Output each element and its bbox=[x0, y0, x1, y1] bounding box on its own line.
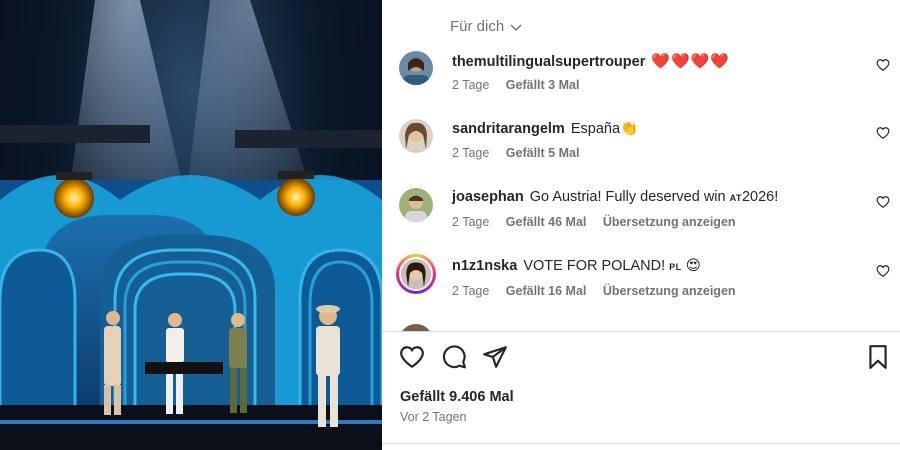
comment-likes[interactable]: Gefällt 46 Mal bbox=[506, 215, 587, 229]
bookmark-icon[interactable] bbox=[865, 344, 891, 370]
heart-eyes-emoji: 😍 bbox=[685, 258, 701, 274]
comment-item: themultilingualsupertrouper ❤️❤️❤️❤️ 2 T… bbox=[382, 51, 900, 119]
chevron-down-icon bbox=[510, 24, 522, 31]
heart-icon[interactable] bbox=[876, 126, 890, 140]
comment-likes[interactable]: Gefällt 5 Mal bbox=[506, 146, 580, 160]
comment-body: Go Austria! Fully deserved win bbox=[529, 189, 730, 205]
flag-austria: AT bbox=[729, 193, 742, 203]
comment-time[interactable]: 2 Tage bbox=[452, 146, 489, 160]
heart-icon[interactable] bbox=[876, 195, 890, 209]
stage-scene bbox=[0, 0, 382, 450]
feed-selector-label: Für dich bbox=[450, 18, 505, 35]
comment-time[interactable]: 2 Tage bbox=[452, 78, 489, 92]
heart-icon[interactable] bbox=[876, 264, 890, 278]
comment-username[interactable]: n1z1nska bbox=[452, 258, 517, 274]
comments-panel: Für dich themultilingualsupertrouper ❤️❤… bbox=[382, 0, 900, 450]
post-date[interactable]: Vor 2 Tagen bbox=[400, 410, 467, 424]
comment-item: sandritarangelm España👏 2 Tage Gefällt 5… bbox=[382, 119, 900, 187]
translate-link[interactable]: Übersetzung anzeigen bbox=[603, 215, 736, 229]
action-bar bbox=[382, 344, 900, 372]
avatar[interactable] bbox=[399, 51, 433, 85]
comment-icon[interactable] bbox=[441, 344, 467, 370]
comment-username[interactable]: sandritarangelm bbox=[452, 121, 565, 137]
divider bbox=[382, 331, 900, 332]
clap-emoji: 👏 bbox=[620, 121, 639, 137]
comment-item: joasephan Go Austria! Fully deserved win… bbox=[382, 188, 900, 256]
comment-username[interactable]: themultilingualsupertrouper bbox=[452, 54, 645, 70]
comment-body-end: 2026! bbox=[741, 189, 779, 205]
post-likes-count[interactable]: Gefällt 9.406 Mal bbox=[400, 389, 514, 405]
divider bbox=[382, 443, 900, 444]
comment-meta: 2 Tage Gefällt 16 Mal Übersetzung anzeig… bbox=[452, 284, 749, 298]
avatar[interactable] bbox=[399, 188, 433, 222]
avatar-story-ring[interactable] bbox=[396, 254, 436, 294]
post-video[interactable] bbox=[0, 0, 382, 450]
flag-poland: PL bbox=[669, 262, 682, 272]
heart-icon[interactable] bbox=[876, 58, 890, 72]
post-view: Für dich themultilingualsupertrouper ❤️❤… bbox=[0, 0, 900, 450]
comment-likes[interactable]: Gefällt 16 Mal bbox=[506, 284, 587, 298]
comment-body: España bbox=[570, 121, 621, 137]
hearts-emoji: ❤️❤️❤️❤️ bbox=[651, 53, 731, 70]
share-icon[interactable] bbox=[482, 344, 508, 370]
comment-meta: 2 Tage Gefällt 5 Mal bbox=[452, 146, 592, 160]
comment-item: n1z1nska VOTE FOR POLAND! PL 😍 2 Tage Ge… bbox=[382, 254, 900, 325]
comment-meta: 2 Tage Gefällt 46 Mal Übersetzung anzeig… bbox=[452, 215, 749, 229]
comment-time[interactable]: 2 Tage bbox=[452, 215, 489, 229]
comment-username[interactable]: joasephan bbox=[452, 189, 524, 205]
comment-text: sandritarangelm España👏 bbox=[452, 120, 638, 137]
feed-selector[interactable]: Für dich bbox=[450, 18, 522, 35]
comment-meta: 2 Tage Gefällt 3 Mal bbox=[452, 78, 592, 92]
translate-link[interactable]: Übersetzung anzeigen bbox=[603, 284, 736, 298]
comment-time[interactable]: 2 Tage bbox=[452, 284, 489, 298]
comment-text: themultilingualsupertrouper ❤️❤️❤️❤️ bbox=[452, 52, 730, 70]
comment-text: n1z1nska VOTE FOR POLAND! PL 😍 bbox=[452, 258, 701, 274]
heart-icon[interactable] bbox=[399, 344, 425, 370]
comment-body: VOTE FOR POLAND! bbox=[523, 258, 670, 274]
comment-text: joasephan Go Austria! Fully deserved win… bbox=[452, 189, 778, 205]
avatar[interactable] bbox=[399, 119, 433, 153]
comment-likes[interactable]: Gefällt 3 Mal bbox=[506, 78, 580, 92]
